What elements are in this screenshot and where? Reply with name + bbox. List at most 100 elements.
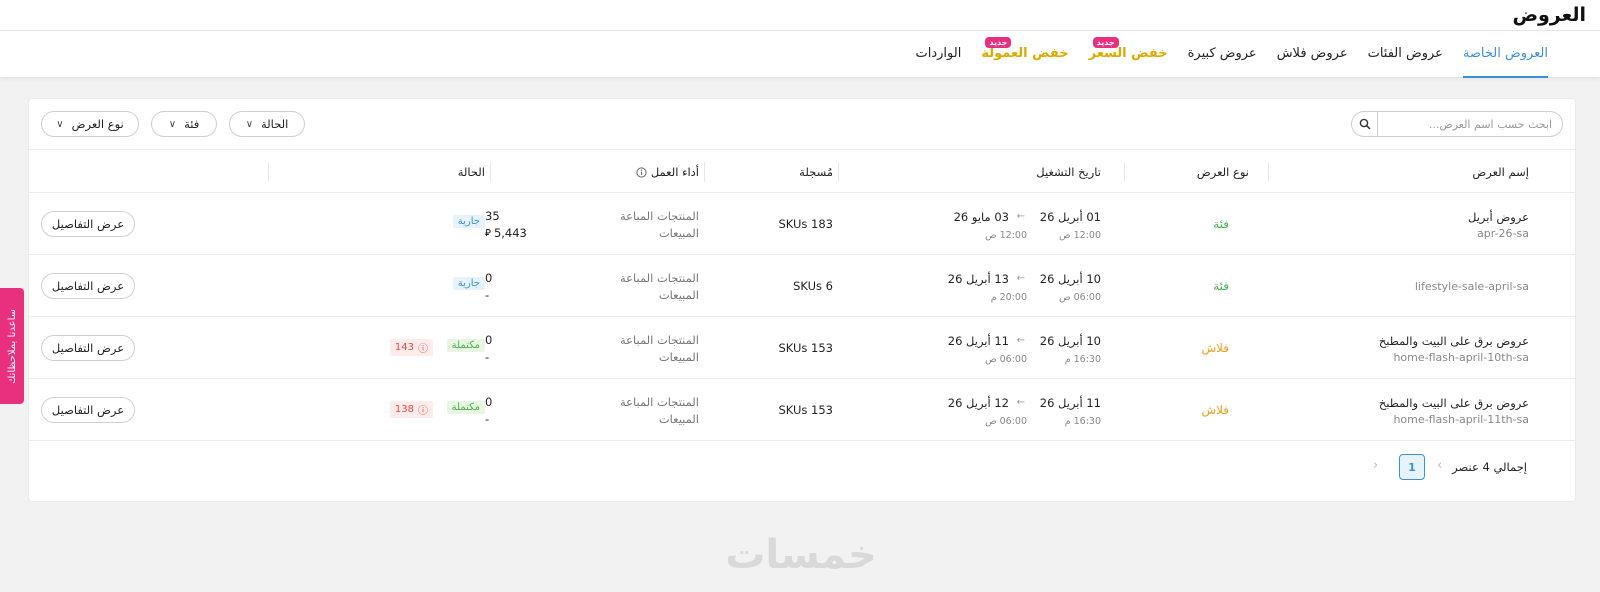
sales-amount: - [485,288,490,302]
start-time: 16:30 م [1064,354,1101,365]
chevron-down-icon: ∨ [168,118,177,130]
end-date: 13 أبريل 26 [947,272,1009,286]
sales-amount: 5,443 [493,226,527,240]
tab-5[interactable]: خفض العمولة جديد [981,31,1069,78]
feedback-tab[interactable]: ساعدنا بملاحظاتك [0,288,24,404]
header-divider [490,162,491,182]
search-button[interactable] [1352,112,1378,136]
sales-label: المبيعات [658,350,699,364]
offer-slug: home-flash-april-10th-sa [1393,351,1529,364]
end-date: 03 مايو 26 [953,210,1009,224]
sold-products-label: المنتجات المباعة [619,333,699,347]
start-time: 16:30 م [1064,416,1101,427]
status-badge: جارية [452,277,485,290]
start-time: 12:00 ص [1059,230,1101,241]
sales-value: - [485,288,489,302]
view-details-button[interactable]: عرض التفاصيل [41,273,135,299]
sold-products-value: 0 [485,395,493,409]
table-row: عروض أبريل apr-26-sa فئة 01 أبريل 26 12:00 ص… [29,193,1575,255]
sales-label: المبيعات [658,226,699,240]
status-filter[interactable]: الحالة ∨ [229,111,305,137]
start-date: 10 أبريل 26 [1039,334,1101,348]
status-filter-label: الحالة [261,117,289,131]
end-time: 12:00 ص [985,230,1027,241]
sold-products-value: 0 [485,333,493,347]
arrow-left-icon: ← [1016,273,1025,284]
end-date: 12 أبريل 26 [947,396,1009,410]
tab-label: خفض السعر [1088,46,1168,61]
tab-1[interactable]: عروض الفئات [1368,31,1443,78]
prev-page-chevron-icon[interactable]: › [1437,458,1442,473]
sold-products-value: 35 [485,209,500,223]
header-divider [704,162,705,182]
page-1-button[interactable]: 1 [1399,454,1425,480]
header-registered: مُسجلة [799,165,833,179]
category-filter[interactable]: فئة ∨ [151,111,217,137]
chevron-down-icon: ∨ [245,118,254,130]
tab-label: عروض الفئات [1367,46,1443,61]
registered-skus: SKUs 183 [778,217,833,231]
offer-tabs: العروض الخاصة عروض الفئات عروض فلاش عروض كب… [916,31,1548,78]
status-badge: جارية [452,215,485,228]
alert-circle-icon: ⓘ [418,344,428,355]
view-details-button[interactable]: عرض التفاصيل [41,211,135,237]
end-time: 20:00 م [990,292,1027,303]
next-page-chevron-icon[interactable]: ‹ [1373,458,1378,473]
offer-type: فلاش [1201,403,1229,417]
header-name: إسم العرض [1472,165,1529,179]
filters-bar: الحالة ∨ فئة ∨ نوع العرض ∨ [29,111,1575,137]
info-icon[interactable] [636,166,647,178]
search-box [1351,111,1563,137]
start-time: 06:00 ص [1059,292,1101,303]
start-date: 10 أبريل 26 [1039,272,1101,286]
tab-6[interactable]: الواردات [916,31,962,78]
offer-name: عروض أبريل [1468,210,1529,224]
table-row: عروض برق على البيت والمطبخ home-flash-apr… [29,317,1575,379]
issues-count: 143 [394,342,414,353]
top-bar: العروض [0,0,1600,31]
watermark-logo: خمسات [725,532,877,578]
sold-products-value: 0 [485,271,493,285]
status-badge: مكتملة [446,339,485,352]
header-performance-label: أداء العمل [650,165,699,179]
issues-count: 138 [394,404,414,415]
header-divider [268,162,269,182]
sold-products-label: المنتجات المباعة [619,395,699,409]
header-run-date: تاريخ التشغيل [1036,165,1101,179]
chevron-down-icon: ∨ [56,118,64,130]
header-type: نوع العرض [1196,165,1249,179]
new-badge: جديد [1092,37,1119,48]
table-header: إسم العرض نوع العرض تاريخ التشغيل مُسجلة… [29,149,1575,193]
tab-3[interactable]: عروض كبيرة [1188,31,1257,78]
search-input[interactable] [1384,116,1552,133]
issues-badge: ⓘ 138 [389,401,433,418]
end-time: 06:00 ص [985,354,1027,365]
offer-name: عروض برق على البيت والمطبخ [1378,396,1529,410]
view-details-button[interactable]: عرض التفاصيل [41,397,135,423]
sales-value: ⃃ 5,443 [485,226,527,240]
category-filter-label: فئة [184,117,200,131]
sales-value: - [485,412,489,426]
tab-2[interactable]: عروض فلاش [1277,31,1348,78]
tab-0[interactable]: العروض الخاصة [1462,31,1548,78]
table-row: lifestyle-sale-april-sa فئة 10 أبريل 26 06:… [29,255,1575,317]
arrow-left-icon: ← [1016,397,1025,408]
tab-4[interactable]: خفض السعر جديد [1089,31,1168,78]
tab-label: عروض فلاش [1276,46,1348,61]
search-icon [1359,118,1371,130]
view-details-button[interactable]: عرض التفاصيل [41,335,135,361]
offer-type: فئة [1213,279,1229,293]
sold-products-label: المنتجات المباعة [619,271,699,285]
start-date: 11 أبريل 26 [1039,396,1101,410]
offer-type-filter[interactable]: نوع العرض ∨ [41,111,139,137]
currency-icon: ⃃ [485,228,491,239]
sales-label: المبيعات [658,412,699,426]
sales-value: - [485,350,489,364]
sales-amount: - [485,350,490,364]
registered-skus: SKUs 153 [778,341,833,355]
offer-slug: home-flash-april-11th-sa [1393,413,1529,426]
page-title: العروض [1512,4,1586,26]
offer-name: عروض برق على البيت والمطبخ [1378,334,1529,348]
status-badge: مكتملة [446,401,485,414]
end-date: 11 أبريل 26 [947,334,1009,348]
